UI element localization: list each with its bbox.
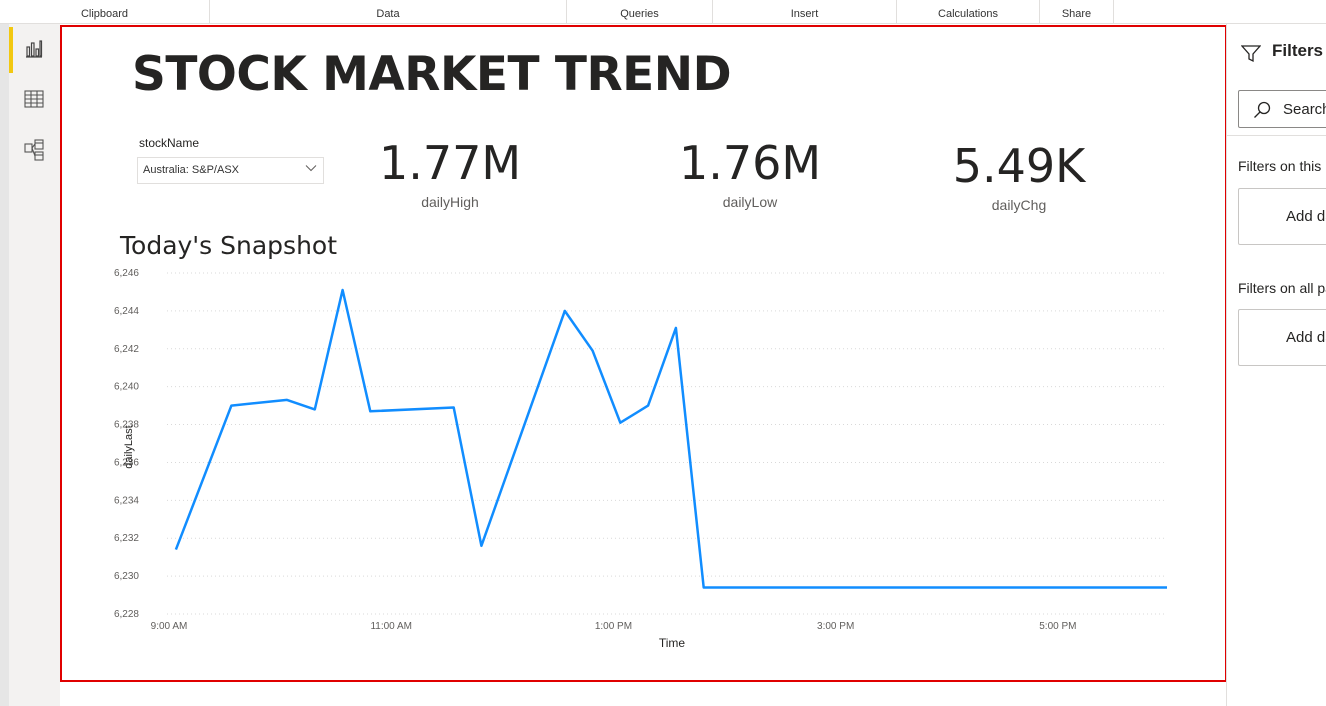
ribbon-group-data[interactable]: Data xyxy=(210,0,567,24)
filters-search-input[interactable]: Search xyxy=(1238,90,1326,128)
y-tick-label: 6,230 xyxy=(114,571,139,582)
y-tick-label: 6,242 xyxy=(114,344,139,355)
search-icon xyxy=(1253,101,1271,119)
series-line xyxy=(174,288,1167,589)
filters-divider xyxy=(1227,135,1326,136)
filters-on-all-pages-dropzone[interactable]: Add data fields here xyxy=(1238,309,1326,366)
ribbon: Clipboard Data Queries Insert Calculatio… xyxy=(0,0,1326,24)
filters-on-page-dropzone[interactable]: Add data fields here xyxy=(1238,188,1326,245)
filters-on-page-label: Filters on this page xyxy=(1238,158,1326,174)
x-tick-label: 1:00 PM xyxy=(595,621,632,632)
ribbon-group-insert[interactable]: Insert xyxy=(713,0,897,24)
view-switcher xyxy=(0,24,60,706)
report-page[interactable]: STOCK MARKET TREND stockName Australia: … xyxy=(60,25,1227,682)
x-tick-label: 3:00 PM xyxy=(817,621,854,632)
filters-pane: Filters Search Filters on this page Add … xyxy=(1226,24,1326,706)
report-view-icon[interactable] xyxy=(22,37,46,61)
add-fields-label: Add data fields here xyxy=(1286,208,1326,225)
x-tick-label: 5:00 PM xyxy=(1039,621,1076,632)
x-axis-title: Time xyxy=(659,636,686,650)
filter-funnel-icon xyxy=(1240,44,1262,64)
filters-on-all-pages-label: Filters on all pages xyxy=(1238,280,1326,296)
y-tick-label: 6,234 xyxy=(114,495,139,506)
x-tick-label: 11:00 AM xyxy=(370,621,412,632)
model-view-icon[interactable] xyxy=(22,138,46,162)
add-fields-label: Add data fields here xyxy=(1286,329,1326,346)
view-selected-indicator xyxy=(9,27,13,73)
y-tick-label: 6,240 xyxy=(114,382,139,393)
ribbon-group-calculations[interactable]: Calculations xyxy=(897,0,1040,24)
y-tick-label: 6,246 xyxy=(114,268,139,279)
y-axis-title: dailyLast xyxy=(123,425,135,468)
ribbon-group-clipboard[interactable]: Clipboard xyxy=(0,0,210,24)
line-chart[interactable]: 6,2286,2306,2326,2346,2366,2386,2406,242… xyxy=(62,27,1225,680)
search-placeholder: Search xyxy=(1283,101,1326,118)
x-tick-label: 9:00 AM xyxy=(151,621,188,632)
ribbon-group-share[interactable]: Share xyxy=(1040,0,1114,24)
data-view-icon[interactable] xyxy=(22,87,46,111)
filters-title: Filters xyxy=(1272,41,1324,60)
y-tick-label: 6,228 xyxy=(114,609,139,620)
y-tick-label: 6,244 xyxy=(114,306,139,317)
view-switcher-strip xyxy=(0,24,9,706)
y-tick-label: 6,232 xyxy=(114,533,139,544)
ribbon-group-queries[interactable]: Queries xyxy=(567,0,713,24)
